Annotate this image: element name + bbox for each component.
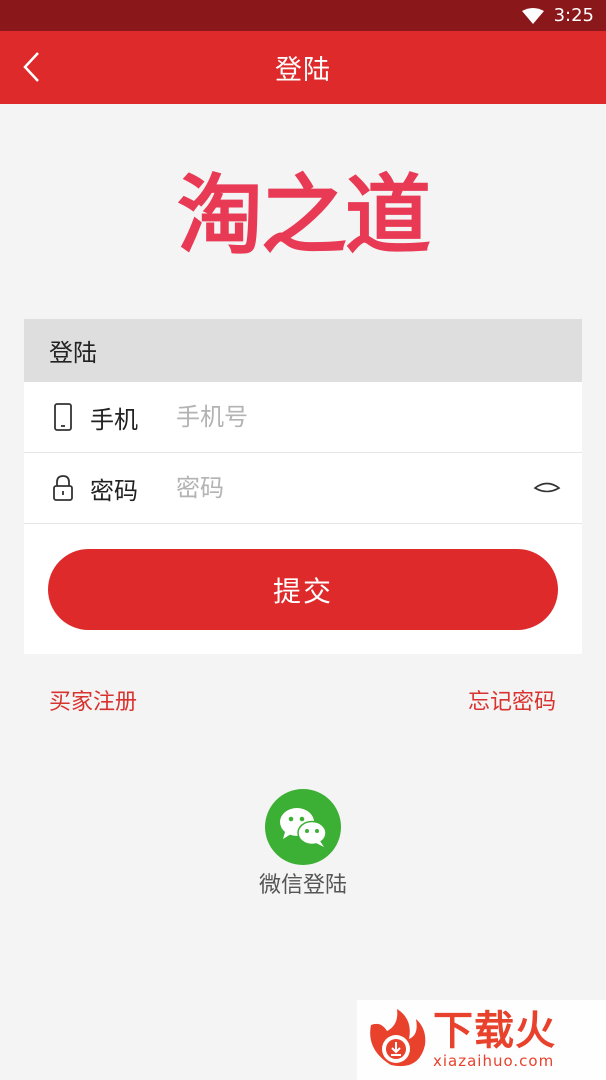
- phone-icon: [49, 402, 77, 432]
- status-time: 3:25: [553, 5, 594, 26]
- submit-button[interactable]: 提交: [48, 549, 558, 630]
- fire-logo-icon: [370, 1009, 426, 1067]
- status-bar: 3:25: [0, 0, 606, 31]
- watermark: 下载火 xiazaihuo.com: [357, 1000, 606, 1080]
- nav-bar: 登陆: [0, 31, 606, 104]
- wechat-icon: [265, 789, 341, 865]
- chevron-left-icon: [23, 52, 39, 82]
- wechat-login-button[interactable]: 微信登陆: [244, 789, 362, 899]
- phone-label: 手机: [90, 405, 138, 434]
- login-form: 登陆 手机 密码 提交: [24, 319, 582, 654]
- password-input[interactable]: [176, 474, 476, 502]
- phone-input[interactable]: [176, 403, 476, 431]
- back-button[interactable]: [14, 49, 50, 85]
- watermark-name: 下载火: [433, 1008, 556, 1054]
- app-logo: 淘之道: [172, 162, 434, 270]
- page-title: 登陆: [275, 55, 331, 86]
- lock-icon: [49, 473, 77, 503]
- app-logo-text: 淘之道: [177, 166, 431, 266]
- watermark-domain: xiazaihuo.com: [433, 1052, 555, 1070]
- forgot-password-link[interactable]: 忘记密码: [468, 684, 556, 716]
- wechat-login-label: 微信登陆: [258, 873, 347, 898]
- eye-icon[interactable]: [532, 475, 562, 501]
- password-field-row: 密码: [24, 453, 582, 524]
- form-header: 登陆: [24, 319, 582, 382]
- password-label: 密码: [90, 476, 138, 505]
- phone-field-row: 手机: [24, 382, 582, 453]
- register-link[interactable]: 买家注册: [49, 684, 137, 716]
- wifi-icon: [521, 7, 544, 24]
